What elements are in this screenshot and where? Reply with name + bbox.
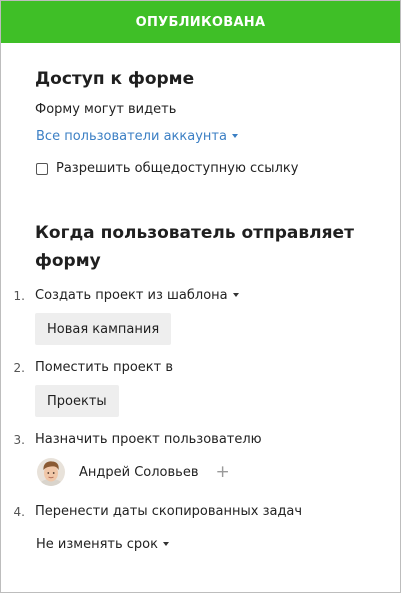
- project-location-button[interactable]: Проекты: [35, 385, 119, 417]
- step-label: Назначить проект пользователю: [35, 432, 262, 447]
- due-date-dropdown-value: Не изменять срок: [36, 537, 158, 552]
- step-label: Перенести даты скопированных задач: [35, 504, 303, 519]
- submit-section-title: Когда пользователь отправляет форму: [35, 223, 354, 271]
- due-date-dropdown[interactable]: Не изменять срок: [36, 537, 169, 552]
- visibility-dropdown[interactable]: Все пользователи аккаунта: [36, 129, 238, 144]
- step-number: 2.: [13, 360, 25, 375]
- caret-down-icon: [232, 293, 239, 297]
- template-select-button[interactable]: Новая кампания: [35, 313, 172, 345]
- avatar: [37, 458, 65, 486]
- caret-down-icon: [162, 542, 169, 546]
- assignee-row: Андрей Соловьев +: [37, 458, 230, 486]
- step-label: Создать проект из шаблона: [35, 288, 228, 303]
- step-number: 3.: [13, 432, 25, 447]
- visibility-dropdown-value: Все пользователи аккаунта: [36, 129, 227, 144]
- step-number: 1.: [13, 288, 25, 303]
- public-link-label: Разрешить общедоступную ссылку: [56, 161, 299, 176]
- step-create-from-template-dropdown[interactable]: Создать проект из шаблона: [35, 288, 239, 303]
- step-label: Поместить проект в: [35, 360, 173, 375]
- form-settings-panel: ОПУБЛИКОВАНА Доступ к форме Форму могут …: [0, 0, 401, 593]
- plus-icon[interactable]: +: [216, 463, 230, 481]
- step-4: 4. Перенести даты скопированных задач: [11, 504, 303, 519]
- step-number: 4.: [13, 504, 25, 519]
- access-section-title: Доступ к форме: [35, 69, 195, 89]
- assignee-name[interactable]: Андрей Соловьев: [79, 465, 199, 480]
- visibility-label: Форму могут видеть: [35, 102, 177, 117]
- status-banner: ОПУБЛИКОВАНА: [1, 1, 400, 43]
- caret-down-icon: [231, 134, 238, 138]
- step-1: 1. Создать проект из шаблона: [11, 288, 239, 303]
- status-label: ОПУБЛИКОВАНА: [135, 14, 266, 30]
- step-3: 3. Назначить проект пользователю: [11, 432, 262, 447]
- public-link-checkbox[interactable]: [36, 162, 48, 175]
- public-link-option[interactable]: Разрешить общедоступную ссылку: [36, 161, 298, 176]
- panel-content: Доступ к форме Форму могут видеть Все по…: [1, 43, 400, 592]
- step-2: 2. Поместить проект в: [11, 360, 173, 375]
